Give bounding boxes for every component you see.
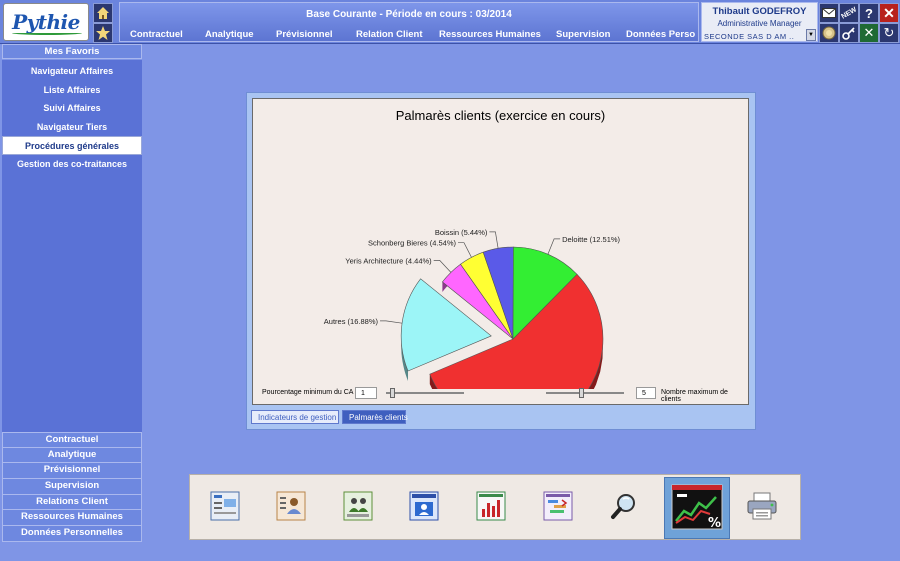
main-nav: Contractuel Analytique Prévisionnel Rela… xyxy=(120,29,698,43)
mail-icon[interactable] xyxy=(819,3,839,23)
coin-icon[interactable] xyxy=(819,23,839,43)
favorite-navigateur-tiers[interactable]: Navigateur Tiers xyxy=(2,118,142,137)
slice-label: Deloitte (12.51%) xyxy=(562,235,620,244)
tab-indicateurs-gestion[interactable]: Indicateurs de gestion xyxy=(251,410,339,424)
slice-label: Yeris Architecture (4.44%) xyxy=(345,256,432,265)
home-icon[interactable] xyxy=(93,3,113,23)
leader-line xyxy=(380,320,403,324)
key-icon[interactable] xyxy=(839,23,859,43)
min-percentage-input[interactable]: 1 xyxy=(355,387,377,399)
module-previsionnel[interactable]: Prévisionnel xyxy=(2,463,142,480)
sidebar: Mes Favoris Navigateur Affaires Liste Af… xyxy=(2,44,142,544)
min-percentage-label: Pourcentage minimum du CA xyxy=(262,389,354,396)
chart-percent-icon[interactable]: % xyxy=(664,477,730,539)
chart-controls: Pourcentage minimum du CA 1 5 Nombre max… xyxy=(252,385,747,403)
max-clients-input[interactable]: 5 xyxy=(636,387,656,399)
nav-relation-client[interactable]: Relation Client xyxy=(356,29,423,40)
leader-line xyxy=(547,238,561,255)
module-supervision[interactable]: Supervision xyxy=(2,479,142,495)
tools-icon[interactable]: ✕ xyxy=(859,23,879,43)
module-ressources-humaines[interactable]: Ressources Humaines xyxy=(2,510,142,527)
nav-supervision[interactable]: Supervision xyxy=(556,29,610,40)
favorites-panel: Navigateur Affaires Liste Affaires Suivi… xyxy=(2,60,142,433)
module-analytique[interactable]: Analytique xyxy=(2,447,142,464)
max-clients-label: Nombre maximum de clients xyxy=(661,389,728,403)
id-card-icon[interactable] xyxy=(407,489,441,523)
min-percentage-slider[interactable] xyxy=(382,387,468,399)
leader-line xyxy=(458,242,472,258)
module-list: Contractuel Analytique Prévisionnel Supe… xyxy=(2,432,142,542)
leader-line xyxy=(489,231,499,249)
close-icon[interactable]: ✕ xyxy=(879,3,899,23)
user-card-icon[interactable] xyxy=(274,489,308,523)
chart-frame: Palmarès clients (exercice en cours) Mai… xyxy=(246,92,756,430)
slider-thumb[interactable] xyxy=(389,388,395,398)
top-bar: Pythie Base Courante - Période en cours … xyxy=(0,0,900,44)
page-title: Base Courante - Période en cours : 03/20… xyxy=(306,9,512,20)
user-panel: Thibault GODEFROY Administrative Manager… xyxy=(701,2,818,42)
slider-thumb[interactable] xyxy=(579,388,585,398)
bottom-toolbar: % xyxy=(189,474,801,540)
search-magnifier-icon[interactable] xyxy=(608,489,642,523)
bar-report-icon[interactable] xyxy=(474,489,508,523)
team-grid-icon[interactable] xyxy=(341,489,375,523)
slice-label: Autres (16.88%) xyxy=(324,317,379,326)
nav-analytique[interactable]: Analytique xyxy=(205,29,254,40)
dashboard-icon[interactable] xyxy=(208,489,242,523)
module-contractuel[interactable]: Contractuel xyxy=(2,432,142,448)
star-favorites-icon[interactable] xyxy=(93,23,113,43)
slice-label: Boissin (5.44%) xyxy=(435,228,488,237)
max-clients-slider[interactable] xyxy=(542,387,628,399)
help-icon[interactable]: ? xyxy=(859,3,879,23)
favorite-gestion-cotraitances[interactable]: Gestion des co-traitances xyxy=(2,155,142,174)
favorites-header[interactable]: Mes Favoris xyxy=(2,44,142,59)
logo-swoosh xyxy=(12,31,82,35)
chart-panel: Palmarès clients (exercice en cours) Mai… xyxy=(252,98,749,405)
company-selector[interactable]: SECONDE SAS D AM .. xyxy=(704,32,794,41)
tab-palmares-clients[interactable]: Palmarès clients xyxy=(342,410,408,424)
favorite-navigateur-affaires[interactable]: Navigateur Affaires xyxy=(2,62,142,81)
news-icon[interactable]: NEW xyxy=(839,3,859,23)
chevron-down-icon[interactable]: ▼ xyxy=(806,29,816,41)
favorite-procedures-generales[interactable]: Procédures générales xyxy=(2,136,142,155)
app-logo[interactable]: Pythie xyxy=(3,3,89,41)
user-role: Administrative Manager xyxy=(717,19,802,28)
header-panel: Base Courante - Période en cours : 03/20… xyxy=(119,2,699,42)
gantt-icon[interactable] xyxy=(541,489,575,523)
favorite-liste-affaires[interactable]: Liste Affaires xyxy=(2,81,142,100)
slice-label: Schonberg Bieres (4.54%) xyxy=(368,239,456,248)
nav-previsionnel[interactable]: Prévisionnel xyxy=(276,29,333,40)
pie-chart[interactable]: Mairie De Cormeilles En Parisis (56.19%)… xyxy=(253,99,750,389)
leader-line xyxy=(433,260,452,273)
nav-ressources-humaines[interactable]: Ressources Humaines xyxy=(439,29,541,40)
nav-donnees-perso[interactable]: Données Perso xyxy=(626,29,695,40)
module-donnees-personnelles[interactable]: Données Personnelles xyxy=(2,526,142,542)
svg-text:%: % xyxy=(708,516,721,531)
refresh-icon[interactable]: ↻ xyxy=(879,23,899,43)
user-name: Thibault GODEFROY xyxy=(712,6,807,17)
module-relations-client[interactable]: Relations Client xyxy=(2,494,142,511)
nav-contractuel[interactable]: Contractuel xyxy=(130,29,183,40)
printer-icon[interactable] xyxy=(745,489,779,523)
favorite-suivi-affaires[interactable]: Suivi Affaires xyxy=(2,99,142,118)
